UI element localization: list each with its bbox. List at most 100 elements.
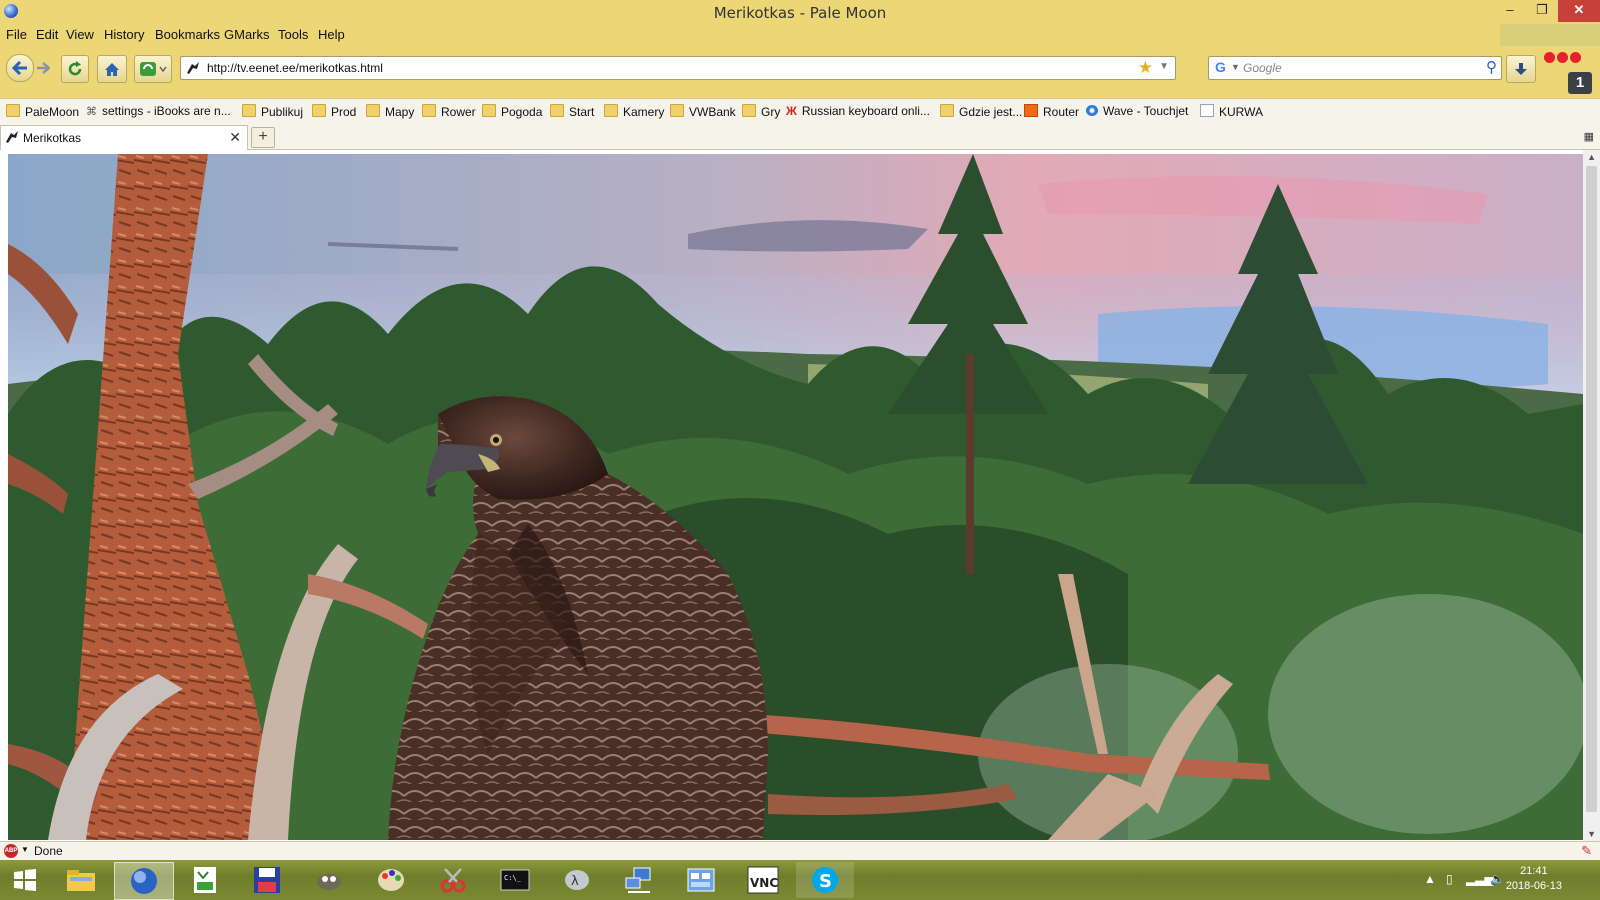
menu-view[interactable]: View [66,27,94,42]
google-icon[interactable]: G [1215,59,1226,75]
bookmark-prod[interactable]: Prod [312,104,356,119]
bookmark-wave-touchjet[interactable]: Wave - Touchjet [1086,104,1188,118]
menu-gmarks[interactable]: GMarks [224,27,270,42]
minimize-button[interactable]: – [1494,0,1526,22]
taskbar-command-prompt[interactable]: C:\_ [486,862,544,898]
status-bar: ABP ▼ Done ✎ [0,841,1600,860]
back-arrow-icon [12,61,27,75]
url-text[interactable]: http://tv.eenet.ee/merikotkas.html [207,61,383,75]
url-bar[interactable]: http://tv.eenet.ee/merikotkas.html ★ ▼ [180,56,1176,80]
new-tab-button[interactable]: + [251,127,275,148]
clock-date: 2018-06-13 [1505,880,1562,892]
search-bar[interactable]: G ▼ Google ⚲ [1208,56,1502,80]
search-input[interactable]: Google [1243,61,1282,75]
close-window-button[interactable]: ✕ [1558,0,1600,22]
terminal-icon: C:\_ [500,869,530,891]
folder-icon [550,104,564,117]
bookmark-label: Publikuj [261,105,304,119]
bookmark-router[interactable]: Router [1024,104,1079,119]
bookmark-kurwa[interactable]: KURWA [1200,104,1263,119]
vnc-label: VNC [750,876,778,890]
windows-logo-icon [14,869,36,891]
bookmark-start[interactable]: Start [550,104,594,119]
back-button[interactable] [6,54,34,82]
taskbar-gimp[interactable] [300,862,358,898]
adblock-dropdown-icon[interactable]: ▼ [21,845,29,854]
taskbar-save-app[interactable] [238,862,296,898]
bookmark-vwbank[interactable]: VWBank [670,104,736,119]
taskbar-network[interactable] [610,862,668,898]
eagle-webcam-image [8,154,1583,840]
system-clock[interactable]: 21:41 2018-06-13 [1506,864,1562,894]
menu-help[interactable]: Help [318,27,345,42]
forward-button[interactable] [33,55,53,81]
bookmark-label: Gdzie jest... [959,105,1023,119]
download-arrow-icon [1515,62,1527,75]
downloads-button[interactable] [1506,55,1536,83]
menu-tools[interactable]: Tools [278,27,308,42]
start-button[interactable] [0,862,50,898]
vertical-scrollbar[interactable]: ▲ ▼ [1583,150,1600,841]
bookmark-label: Rower [441,105,476,119]
url-history-dropdown-icon[interactable]: ▼ [1159,61,1169,72]
bookmark-rower[interactable]: Rower [422,104,476,119]
bookmark-mapy[interactable]: Mapy [366,104,414,119]
search-icon[interactable]: ⚲ [1486,58,1497,76]
bookmark-pogoda[interactable]: Pogoda [482,104,542,119]
bookmark-palemoon[interactable]: PaleMoon [6,104,79,119]
addon-dots-icon[interactable] [1544,52,1583,66]
bookmarks-toolbar: PaleMoon ⌘ settings - iBooks are n... Pub… [0,98,1600,125]
svg-text:λ: λ [571,874,579,889]
title-bar: Merikotkas - Pale Moon – ❐ ✕ [0,0,1600,24]
menu-edit[interactable]: Edit [36,27,58,42]
sync-button[interactable] [134,55,172,83]
bookmark-publikuj[interactable]: Publikuj [242,104,303,119]
taskbar-paint[interactable] [362,862,420,898]
skype-icon: S [812,867,838,893]
app-icon: λ [565,870,589,890]
menu-file[interactable]: File [6,27,27,42]
scrollbar-thumb[interactable] [1586,166,1597,812]
bookmark-kamery[interactable]: Kamery [604,104,664,119]
show-hidden-icons-icon[interactable]: ▲ [1424,872,1436,886]
restore-button[interactable]: ❐ [1526,0,1558,22]
bookmark-label: Mapy [385,105,415,119]
connection-status-icon[interactable]: ✎ [1581,843,1592,859]
taskbar-skype[interactable]: S [796,862,854,898]
scroll-down-arrow-icon[interactable]: ▼ [1587,829,1596,839]
volume-icon[interactable]: 🔈 [1490,872,1505,886]
taskbar-pale-moon[interactable] [114,862,174,900]
bookmark-star-icon[interactable]: ★ [1138,58,1153,78]
bookmark-label: settings - iBooks are n... [102,104,231,118]
home-button[interactable] [97,55,127,83]
search-engine-dropdown-icon[interactable]: ▼ [1231,62,1240,72]
tab-list-icon[interactable]: ▦ [1584,130,1594,143]
page-content: ▲ ▼ [0,150,1600,841]
folder-icon [604,104,618,117]
reload-button[interactable] [61,55,89,83]
addon-badge[interactable]: 1 [1568,72,1592,94]
svg-text:C:\_: C:\_ [504,874,522,882]
bookmark-gdzie-jest[interactable]: Gdzie jest... [940,104,1022,119]
taskbar-vnc[interactable]: VNC [734,862,792,898]
bookmark-label: PaleMoon [25,105,80,119]
taskbar-control-panel[interactable] [672,862,730,898]
taskbar-snipping-tool[interactable] [424,862,482,898]
tab-merikotkas[interactable]: Merikotkas ✕ [0,125,248,150]
bookmark-label: Kamery [623,105,665,119]
bookmark-label: Pogoda [501,105,543,119]
scroll-up-arrow-icon[interactable]: ▲ [1587,152,1596,162]
bookmark-russian-keyboard[interactable]: Ж Russian keyboard onli... [786,104,930,118]
menu-bookmarks[interactable]: Bookmarks [155,27,220,42]
vnc-icon: VNC [747,866,779,894]
taskbar-file-explorer[interactable] [52,862,110,898]
battery-icon[interactable]: ▯ [1446,872,1453,886]
close-tab-icon[interactable]: ✕ [229,129,241,146]
taskbar-spreadsheet[interactable] [176,862,234,898]
taskbar-alt-app[interactable]: λ [548,862,606,898]
bookmark-settings[interactable]: ⌘ settings - iBooks are n... [86,104,231,118]
palette-icon [378,869,404,891]
menu-history[interactable]: History [104,27,144,42]
adblock-icon[interactable]: ABP [4,844,18,858]
bookmark-gry[interactable]: Gry [742,104,780,119]
